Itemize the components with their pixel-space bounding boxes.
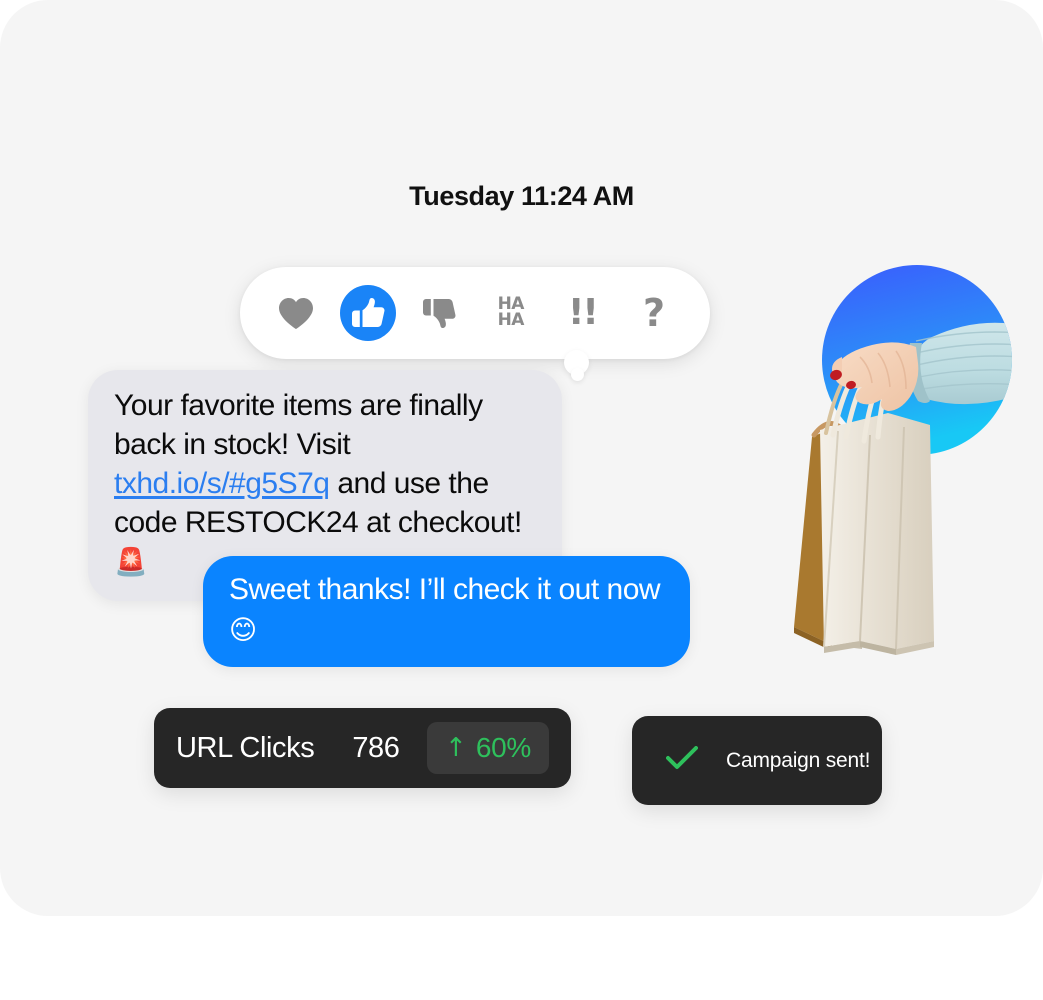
check-icon	[666, 745, 698, 776]
stat-change-badge: ↑ 60%	[427, 722, 549, 774]
reaction-question[interactable]: ?	[626, 285, 682, 341]
outgoing-text: Sweet thanks! I’ll check it out now	[229, 573, 661, 606]
double-exclamation-icon: !!	[567, 292, 599, 333]
question-mark-icon: ?	[642, 291, 665, 335]
reaction-haha[interactable]: HA HA	[483, 285, 539, 341]
reaction-heart[interactable]	[268, 285, 324, 341]
screenshot-stage: Tuesday 11:24 AM HA HA !! ? Your favorit…	[0, 0, 1043, 1000]
arrow-up-icon: ↑	[445, 733, 467, 763]
stat-value: 786	[352, 731, 400, 764]
message-bubble-outgoing[interactable]: Sweet thanks! I’ll check it out now 😊	[203, 556, 690, 668]
conversation-timestamp: Tuesday 11:24 AM	[409, 181, 634, 211]
siren-emoji: 🚨	[114, 547, 148, 578]
incoming-text-part-1: Your favorite items are finally back in …	[114, 389, 483, 461]
message-link[interactable]: txhd.io/s/#g5S7q	[114, 467, 330, 500]
reaction-thumbs-up[interactable]	[339, 285, 396, 341]
hand-holding-shopping-bags-photo	[720, 255, 1020, 675]
toast-message: Campaign sent!	[726, 748, 871, 772]
thumbs-up-icon	[351, 297, 385, 329]
reaction-bar-tail-small-dot	[571, 368, 584, 381]
smiling-face-emoji: 😊	[229, 614, 257, 646]
haha-line-2: HA	[497, 310, 525, 330]
preview-card: Tuesday 11:24 AM HA HA !! ? Your favorit…	[0, 0, 1043, 916]
thumbs-down-icon	[422, 297, 456, 329]
stat-change-percent: 60%	[475, 732, 531, 763]
haha-icon: HA HA	[497, 296, 525, 330]
campaign-sent-toast[interactable]: Campaign sent!	[632, 716, 882, 805]
reaction-thumbs-down[interactable]	[411, 285, 467, 341]
url-clicks-stat-card[interactable]: URL Clicks 786 ↑ 60%	[154, 708, 571, 788]
reaction-bar[interactable]: HA HA !! ?	[240, 267, 710, 359]
stat-label: URL Clicks	[176, 731, 315, 764]
reaction-exclamation[interactable]: !!	[554, 285, 610, 341]
heart-icon	[278, 297, 314, 330]
